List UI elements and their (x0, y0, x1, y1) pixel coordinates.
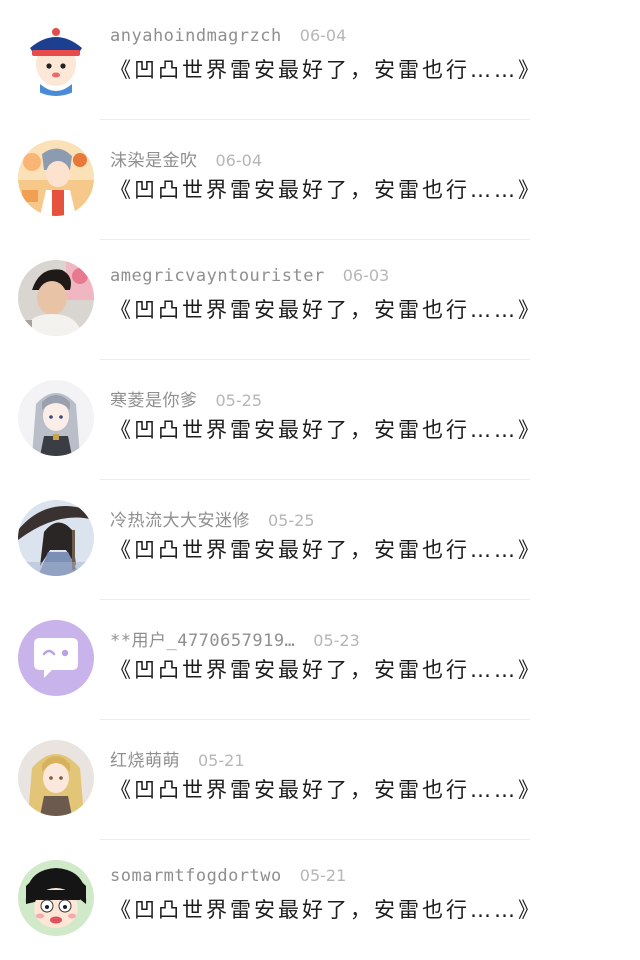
comment-text: 《凹凸世界雷安最好了，安雷也行……》 (110, 298, 542, 322)
comment-text: 《凹凸世界雷安最好了，安雷也行……》 (110, 178, 542, 202)
comment-text: 《凹凸世界雷安最好了，安雷也行……》 (110, 778, 542, 802)
comment-date: 05-23 (313, 631, 360, 650)
username[interactable]: anyahoindmagrzch (110, 26, 282, 46)
default-chat-bubble-avatar[interactable] (18, 620, 94, 696)
comment-date: 06-04 (299, 26, 347, 45)
comment-meta: amegricvayntourister 06-03 (110, 266, 389, 290)
username[interactable]: 沫染是金吹 (110, 146, 198, 171)
photo-boy-avatar[interactable] (18, 260, 94, 336)
comment-item[interactable]: anyahoindmagrzch 06-04 《凹凸世界雷安最好了，安雷也行……… (0, 0, 640, 120)
umbrella-swordsman-avatar[interactable] (18, 500, 94, 576)
comment-meta: anyahoindmagrzch 06-04 (110, 26, 346, 50)
silver-hair-girl-avatar[interactable] (18, 380, 94, 456)
username[interactable]: somarmtfogdortwo (110, 866, 282, 886)
comment-item[interactable]: 冷热流大大安迷修 05-25 《凹凸世界雷安最好了，安雷也行……》 (0, 480, 640, 600)
maruko-avatar[interactable] (18, 860, 94, 936)
comment-meta: somarmtfogdortwo 05-21 (110, 866, 346, 890)
comment-item[interactable]: somarmtfogdortwo 05-21 《凹凸世界雷安最好了，安雷也行……… (0, 840, 640, 960)
blonde-girl-avatar[interactable] (18, 740, 94, 816)
comment-item[interactable]: amegricvayntourister 06-03 《凹凸世界雷安最好了，安雷… (0, 240, 640, 360)
comment-text: 《凹凸世界雷安最好了，安雷也行……》 (110, 898, 542, 922)
username[interactable]: **用户_4770657919… (110, 626, 295, 651)
comment-text: 《凹凸世界雷安最好了，安雷也行……》 (110, 658, 542, 682)
comment-date: 05-25 (268, 511, 315, 530)
comment-item[interactable]: 寒菱是你爹 05-25 《凹凸世界雷安最好了，安雷也行……》 (0, 360, 640, 480)
username[interactable]: 冷热流大大安迷修 (110, 506, 250, 531)
comment-item[interactable]: 沫染是金吹 06-04 《凹凸世界雷安最好了，安雷也行……》 (0, 120, 640, 240)
comment-item[interactable]: 红烧萌萌 05-21 《凹凸世界雷安最好了，安雷也行……》 (0, 720, 640, 840)
comment-date: 06-04 (215, 151, 263, 170)
qing-official-avatar[interactable] (18, 20, 94, 96)
anime-boy-avatar[interactable] (18, 140, 94, 216)
comment-text: 《凹凸世界雷安最好了，安雷也行……》 (110, 58, 542, 82)
username[interactable]: 寒菱是你爹 (110, 386, 198, 411)
comment-date: 06-03 (342, 266, 390, 285)
comment-feed: anyahoindmagrzch 06-04 《凹凸世界雷安最好了，安雷也行……… (0, 0, 640, 960)
comment-meta: 冷热流大大安迷修 05-25 (110, 506, 315, 531)
comment-date: 05-21 (299, 866, 347, 885)
comment-item[interactable]: **用户_4770657919… 05-23 《凹凸世界雷安最好了，安雷也行……… (0, 600, 640, 720)
comment-date: 05-21 (198, 751, 245, 770)
comment-date: 05-25 (215, 391, 263, 410)
username[interactable]: 红烧萌萌 (110, 746, 180, 771)
comment-meta: 红烧萌萌 05-21 (110, 746, 245, 771)
comment-meta: **用户_4770657919… 05-23 (110, 626, 360, 651)
comment-meta: 寒菱是你爹 05-25 (110, 386, 263, 411)
username[interactable]: amegricvayntourister (110, 266, 325, 286)
comment-text: 《凹凸世界雷安最好了，安雷也行……》 (110, 418, 542, 442)
comment-text: 《凹凸世界雷安最好了，安雷也行……》 (110, 538, 542, 562)
comment-meta: 沫染是金吹 06-04 (110, 146, 263, 171)
